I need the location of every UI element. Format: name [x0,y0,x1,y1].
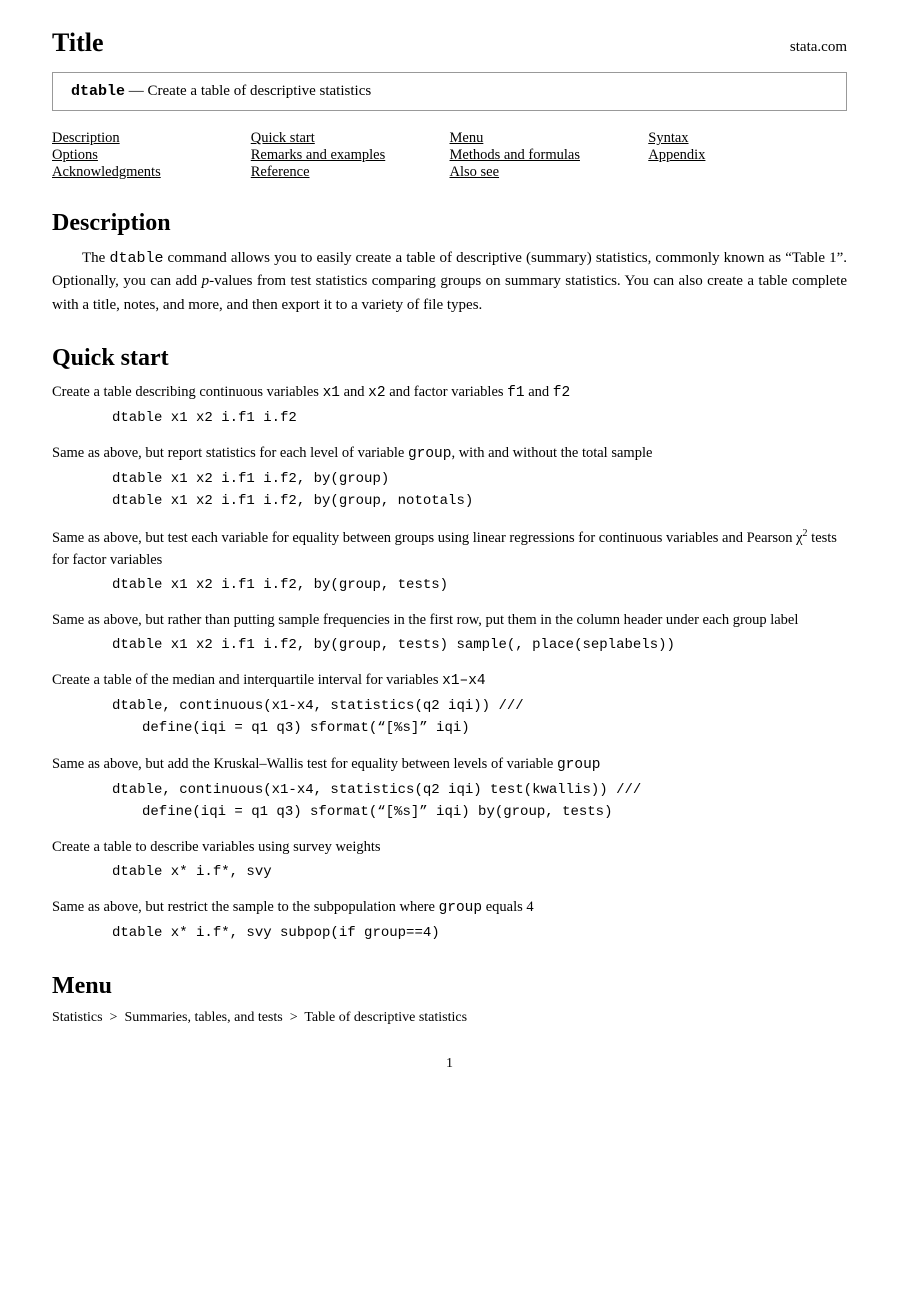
qs-desc-7: Create a table to describe variables usi… [52,837,847,859]
qs-code-5a: dtable, continuous(x1-x4, statistics(q2 … [112,695,847,717]
description-para: The dtable command allows you to easily … [52,247,847,317]
qs-item-4: Same as above, but rather than putting s… [52,610,847,656]
command-name: dtable [71,83,125,100]
qs-code-2b: dtable x1 x2 i.f1 i.f2, by(group, notota… [112,490,847,512]
menu-heading: Menu [52,973,847,1000]
nav-table: Description Options Acknowledgments Quic… [52,129,847,182]
nav-syntax[interactable]: Syntax [648,130,688,146]
nav-quickstart[interactable]: Quick start [251,130,315,146]
qs-desc-1: Create a table describing continuous var… [52,382,847,405]
title-separator: — [129,83,148,99]
title-box: dtable — Create a table of descriptive s… [52,72,847,111]
qs-code-5b: define(iqi = q1 q3) sformat(“[%s]” iqi) [142,717,847,739]
nav-description[interactable]: Description [52,130,120,146]
qs-item-5: Create a table of the median and interqu… [52,670,847,740]
quickstart-heading: Quick start [52,345,847,372]
nav-options[interactable]: Options [52,147,98,163]
dtable-inline: dtable [109,250,163,267]
page-footer: 1 [52,1056,847,1072]
qs-desc-2: Same as above, but report statistics for… [52,443,847,466]
qs-desc-5: Create a table of the median and interqu… [52,670,847,693]
nav-alsosee[interactable]: Also see [450,164,500,180]
nav-reference[interactable]: Reference [251,164,310,180]
nav-methods[interactable]: Methods and formulas [450,147,580,163]
qs-code-6a: dtable, continuous(x1-x4, statistics(q2 … [112,779,847,801]
qs-code-6b: define(iqi = q1 q3) sformat(“[%s]” iqi) … [142,801,847,823]
page-header: Title stata.com [52,28,847,58]
nav-appendix[interactable]: Appendix [648,147,705,163]
qs-item-8: Same as above, but restrict the sample t… [52,897,847,944]
qs-code-4: dtable x1 x2 i.f1 i.f2, by(group, tests)… [112,634,847,656]
qs-desc-8: Same as above, but restrict the sample t… [52,897,847,920]
qs-item-3: Same as above, but test each variable fo… [52,526,847,596]
qs-item-6: Same as above, but add the Kruskal–Walli… [52,754,847,824]
nav-menu[interactable]: Menu [450,130,484,146]
qs-item-1: Create a table describing continuous var… [52,382,847,429]
title-description: Create a table of descriptive statistics [148,83,372,99]
qs-code-7: dtable x* i.f*, svy [112,861,847,883]
menu-path: Statistics > Summaries, tables, and test… [52,1010,847,1026]
qs-item-2: Same as above, but report statistics for… [52,443,847,513]
stata-logo: stata.com [790,39,847,56]
qs-desc-3: Same as above, but test each variable fo… [52,526,847,571]
description-heading: Description [52,210,847,237]
qs-desc-4: Same as above, but rather than putting s… [52,610,847,632]
qs-code-3: dtable x1 x2 i.f1 i.f2, by(group, tests) [112,574,847,596]
qs-code-2a: dtable x1 x2 i.f1 i.f2, by(group) [112,468,847,490]
qs-item-7: Create a table to describe variables usi… [52,837,847,883]
page-number: 1 [446,1056,453,1071]
qs-desc-6: Same as above, but add the Kruskal–Walli… [52,754,847,777]
nav-remarks[interactable]: Remarks and examples [251,147,386,163]
qs-code-1: dtable x1 x2 i.f1 i.f2 [112,407,847,429]
qs-code-8: dtable x* i.f*, svy subpop(if group==4) [112,922,847,944]
nav-acknowledgments[interactable]: Acknowledgments [52,164,161,180]
page-title: Title [52,28,104,58]
